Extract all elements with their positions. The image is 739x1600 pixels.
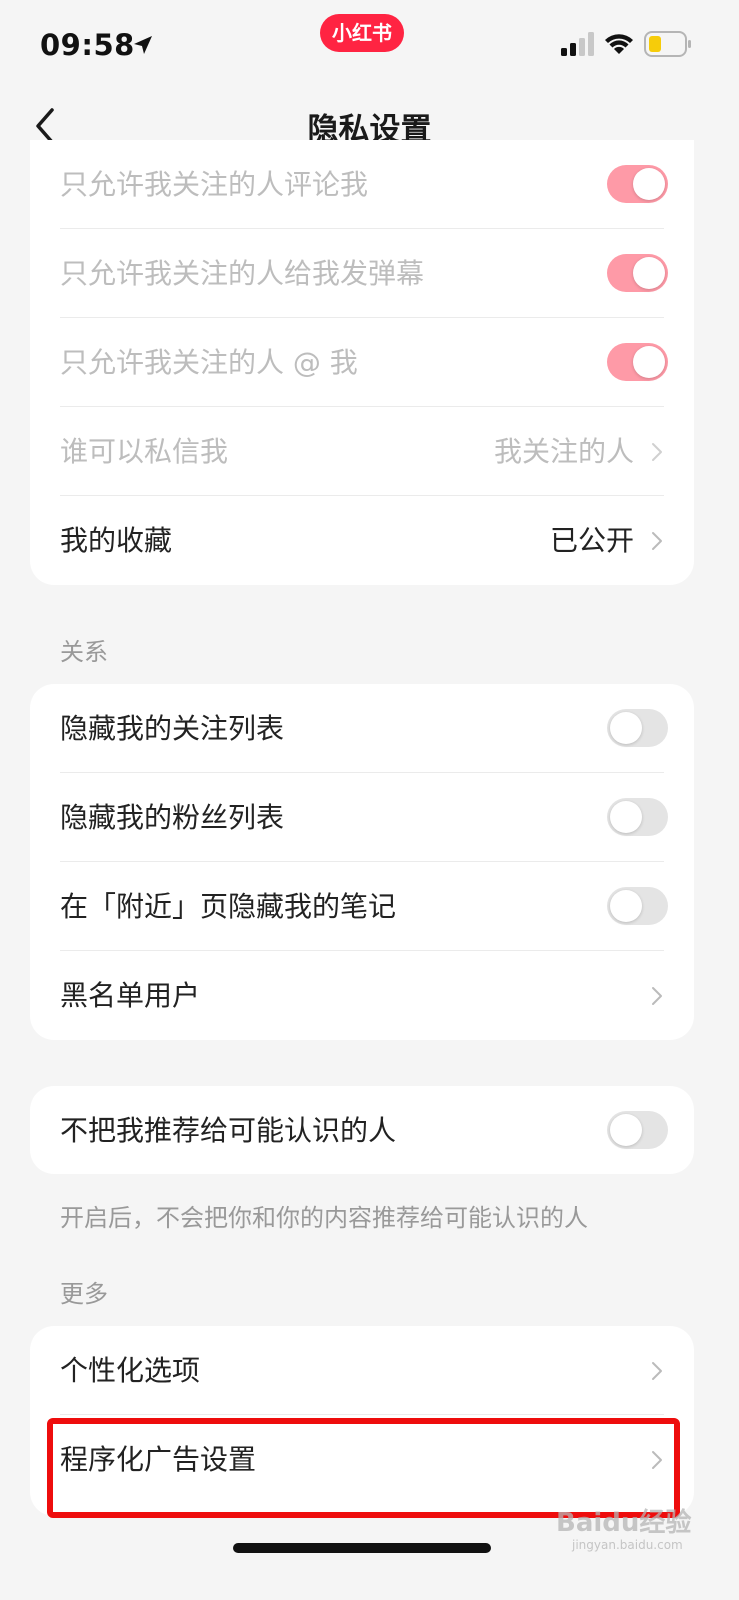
recommend-card: 不把我推荐给可能认识的人 [30, 1086, 694, 1174]
baidu-watermark: Baidu经验 [556, 1508, 692, 1538]
status-bar: 09:58 小红书 [0, 0, 739, 96]
toggle-knob [633, 346, 665, 378]
no-recommend-toggle[interactable] [607, 1111, 668, 1149]
row-label: 隐藏我的关注列表 [60, 712, 285, 745]
toggle-knob [610, 890, 642, 922]
row-label: 谁可以私信我 [60, 435, 229, 468]
hide-nearby-notes-row: 在「附近」页隐藏我的笔记 [30, 862, 694, 951]
row-label: 我的收藏 [60, 524, 173, 557]
relations-card: 隐藏我的关注列表 隐藏我的粉丝列表 在「附近」页隐藏我的笔记 黑名单用户 [30, 684, 694, 1040]
wifi-icon [605, 34, 633, 54]
row-label: 个性化选项 [60, 1354, 201, 1387]
hide-followers-row: 隐藏我的粉丝列表 [30, 773, 694, 862]
row-label: 只允许我关注的人 @ 我 [60, 346, 358, 379]
comment-permission-toggle[interactable] [607, 165, 668, 203]
privacy-card: 只允许我关注的人评论我 只允许我关注的人给我发弹幕 只允许我关注的人 @ 我 谁… [30, 140, 694, 585]
app-badge: 小红书 [320, 14, 404, 52]
section-title-more: 更多 [60, 1280, 108, 1308]
row-label: 只允许我关注的人评论我 [60, 168, 369, 201]
chevron-right-icon [652, 1362, 662, 1380]
recommend-hint: 开启后，不会把你和你的内容推荐给可能认识的人 [60, 1204, 588, 1232]
hide-following-toggle[interactable] [607, 709, 668, 747]
battery-low-icon [644, 31, 691, 57]
location-arrow-icon [134, 36, 152, 54]
comment-permission-row: 只允许我关注的人评论我 [30, 140, 694, 229]
chevron-right-icon [652, 532, 662, 550]
toggle-knob [610, 712, 642, 744]
section-title-relations: 关系 [60, 638, 108, 666]
hide-followers-toggle[interactable] [607, 798, 668, 836]
row-label: 只允许我关注的人给我发弹幕 [60, 257, 425, 290]
baidu-watermark-url: jingyan.baidu.com [572, 1538, 683, 1552]
mention-permission-row: 只允许我关注的人 @ 我 [30, 318, 694, 407]
blacklist-row[interactable]: 黑名单用户 [30, 951, 694, 1040]
home-indicator[interactable] [233, 1543, 491, 1553]
toggle-knob [633, 168, 665, 200]
my-favorites-value: 已公开 [549, 524, 634, 557]
danmaku-permission-row: 只允许我关注的人给我发弹幕 [30, 229, 694, 318]
row-label: 在「附近」页隐藏我的笔记 [60, 890, 397, 923]
row-label: 隐藏我的粉丝列表 [60, 801, 285, 834]
toggle-knob [610, 801, 642, 833]
dm-permission-row[interactable]: 谁可以私信我 我关注的人 [30, 407, 694, 496]
status-time: 09:58 [40, 28, 135, 62]
chevron-right-icon [652, 443, 662, 461]
chevron-right-icon [652, 987, 662, 1005]
my-favorites-row[interactable]: 我的收藏 已公开 [30, 496, 694, 585]
row-label: 不把我推荐给可能认识的人 [60, 1114, 397, 1147]
toggle-knob [633, 257, 665, 289]
no-recommend-row: 不把我推荐给可能认识的人 [30, 1086, 694, 1174]
row-label: 黑名单用户 [60, 979, 201, 1012]
danmaku-permission-toggle[interactable] [607, 254, 668, 292]
dm-permission-value: 我关注的人 [493, 435, 634, 468]
personalization-row[interactable]: 个性化选项 [30, 1326, 694, 1415]
hide-following-row: 隐藏我的关注列表 [30, 684, 694, 773]
hide-nearby-notes-toggle[interactable] [607, 887, 668, 925]
mention-permission-toggle[interactable] [607, 343, 668, 381]
cellular-signal-icon [561, 32, 594, 56]
toggle-knob [610, 1114, 642, 1146]
